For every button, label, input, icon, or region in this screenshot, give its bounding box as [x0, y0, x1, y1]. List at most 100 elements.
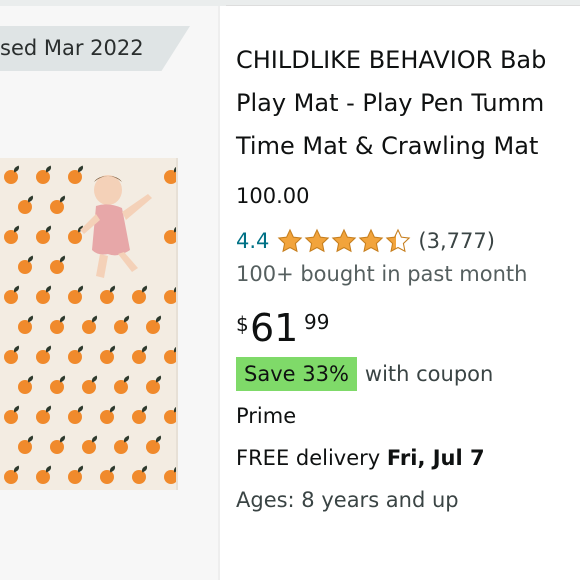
leaf-pattern [122, 435, 131, 443]
price-currency: $ [236, 312, 249, 336]
leaf-pattern [140, 465, 149, 473]
leaf-pattern [140, 345, 149, 353]
leaf-pattern [122, 375, 131, 383]
orange-pattern [50, 380, 64, 394]
star-icon [359, 228, 384, 253]
coupon-text: with coupon [364, 362, 494, 386]
leaf-pattern [58, 195, 67, 203]
orange-pattern [132, 470, 146, 484]
orange-pattern [146, 380, 160, 394]
orange-pattern [36, 170, 50, 184]
orange-pattern [146, 320, 160, 334]
product-title-line-2[interactable]: Play Mat - Play Pen Tumm [236, 89, 544, 117]
leaf-pattern [108, 465, 117, 473]
leaf-pattern [90, 315, 99, 323]
leaf-pattern [154, 375, 163, 383]
baby-figure [80, 175, 152, 278]
price-fraction: 99 [304, 310, 330, 334]
orange-pattern [18, 200, 32, 214]
rating-row[interactable]: 4.4 (3,777) [236, 226, 495, 256]
leaf-pattern [12, 225, 21, 233]
bought-in-past-month: 100+ bought in past month [236, 262, 528, 286]
date-banner: sed Mar 2022 [0, 26, 190, 71]
delivery-prefix: FREE delivery [236, 446, 387, 470]
star-icon [386, 228, 411, 253]
orange-pattern [50, 440, 64, 454]
save-badge: Save 33% [236, 357, 357, 391]
rating-value[interactable]: 4.4 [236, 229, 269, 253]
delivery-date: Fri, Jul 7 [386, 446, 485, 470]
product-title-line-3[interactable]: Time Mat & Crawling Mat [236, 132, 538, 160]
leaf-pattern [26, 195, 35, 203]
leaf-pattern [76, 345, 85, 353]
price-whole: 61 [250, 306, 299, 350]
leaf-pattern [90, 375, 99, 383]
orange-pattern [82, 380, 96, 394]
panel-separator [218, 6, 220, 580]
orange-pattern [18, 440, 32, 454]
leaf-pattern [108, 285, 117, 293]
orange-pattern [4, 230, 18, 244]
orange-pattern [68, 350, 82, 364]
leaf-pattern [26, 255, 35, 263]
leaf-pattern [26, 375, 35, 383]
product-title-line-1[interactable]: CHILDLIKE BEHAVIOR Bab [236, 46, 546, 74]
leaf-pattern [76, 285, 85, 293]
leaf-pattern [58, 315, 67, 323]
star-rating[interactable] [277, 228, 412, 254]
review-count[interactable]: (3,777) [418, 229, 495, 253]
leaf-pattern [108, 405, 117, 413]
orange-pattern [4, 290, 18, 304]
orange-pattern [114, 320, 128, 334]
orange-pattern [36, 350, 50, 364]
orange-pattern [114, 380, 128, 394]
product-info: CHILDLIKE BEHAVIOR Bab Play Mat - Play P… [236, 0, 580, 580]
leaf-pattern [58, 255, 67, 263]
star-icon [305, 228, 330, 253]
prime-label: Prime [236, 404, 297, 428]
orange-pattern [4, 410, 18, 424]
orange-pattern [36, 290, 50, 304]
orange-pattern [100, 410, 114, 424]
leaf-pattern [76, 405, 85, 413]
orange-pattern [82, 440, 96, 454]
orange-pattern [68, 470, 82, 484]
leaf-pattern [44, 225, 53, 233]
leaf-pattern [76, 465, 85, 473]
leaf-pattern [12, 465, 21, 473]
leaf-pattern [44, 165, 53, 173]
orange-pattern [18, 380, 32, 394]
orange-pattern [100, 470, 114, 484]
leaf-pattern [140, 405, 149, 413]
orange-pattern [146, 440, 160, 454]
orange-pattern [114, 440, 128, 454]
age-range: Ages: 8 years and up [236, 488, 459, 512]
leaf-pattern [122, 315, 131, 323]
orange-pattern [36, 410, 50, 424]
orange-pattern [100, 350, 114, 364]
leaf-pattern [12, 165, 21, 173]
leaf-pattern [108, 345, 117, 353]
leaf-pattern [12, 285, 21, 293]
orange-pattern [36, 230, 50, 244]
orange-pattern [18, 260, 32, 274]
leaf-pattern [44, 405, 53, 413]
leaf-pattern [90, 435, 99, 443]
leaf-pattern [44, 345, 53, 353]
star-icon [332, 228, 357, 253]
leaf-pattern [154, 435, 163, 443]
leaf-pattern [154, 315, 163, 323]
star-icon [278, 228, 303, 253]
orange-pattern [82, 320, 96, 334]
orange-pattern [50, 320, 64, 334]
date-banner-text: sed Mar 2022 [0, 36, 144, 60]
leaf-pattern [26, 315, 35, 323]
leaf-pattern [12, 345, 21, 353]
orange-pattern [4, 470, 18, 484]
orange-pattern [68, 410, 82, 424]
leaf-pattern [44, 285, 53, 293]
mat-edge [176, 158, 178, 490]
orange-pattern [18, 320, 32, 334]
leaf-pattern [12, 405, 21, 413]
orange-pattern [4, 170, 18, 184]
